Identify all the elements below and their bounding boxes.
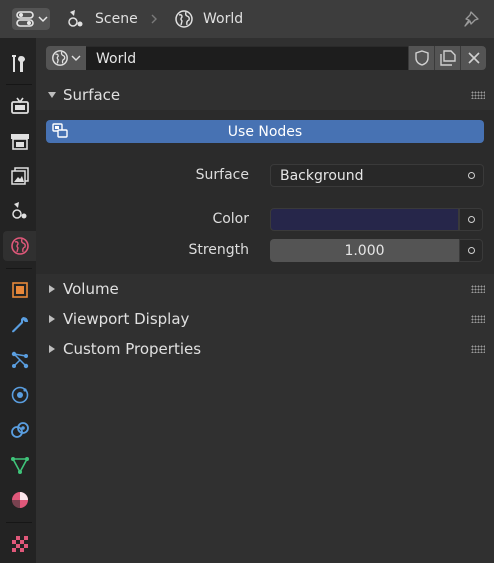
render-icon: [10, 97, 29, 114]
drag-handle-icon[interactable]: [471, 91, 485, 99]
tab-view-layer[interactable]: [3, 161, 36, 191]
tool-icon: [11, 55, 25, 72]
material-icon: [11, 492, 28, 508]
physics-icon: [11, 386, 28, 404]
texture-icon: [11, 536, 28, 552]
viewport-display-panel-header[interactable]: Viewport Display: [36, 305, 494, 333]
particles-icon: [11, 351, 28, 369]
scene-icon: [68, 10, 83, 27]
tab-divider: [6, 522, 32, 523]
mesh-data-icon: [10, 457, 29, 474]
tab-output[interactable]: [3, 126, 36, 156]
surface-shader-value: Background: [280, 167, 364, 184]
tab-mesh-data[interactable]: [3, 450, 36, 480]
world-datablock-selector: World: [46, 46, 486, 70]
surface-shader-field[interactable]: Background: [270, 164, 484, 187]
world-name-field[interactable]: World: [86, 46, 408, 70]
drag-handle-icon[interactable]: [471, 345, 485, 353]
use-nodes-button[interactable]: Use Nodes: [46, 120, 484, 143]
tab-material[interactable]: [3, 485, 36, 515]
editor-type-button[interactable]: [12, 8, 50, 30]
tab-tool[interactable]: [3, 49, 36, 79]
breadcrumb-world-label: World: [203, 11, 244, 27]
tab-render[interactable]: [3, 91, 36, 121]
tab-physics[interactable]: [3, 380, 36, 410]
constraints-icon: [10, 422, 29, 438]
breadcrumb-scene-label: Scene: [95, 11, 138, 27]
tab-world[interactable]: [3, 231, 36, 261]
duplicate-icon: [439, 50, 456, 66]
color-swatch[interactable]: [270, 208, 459, 231]
socket-icon: [467, 216, 475, 223]
drag-handle-icon[interactable]: [471, 315, 485, 323]
strength-field[interactable]: 1.000: [270, 239, 459, 262]
tab-particles[interactable]: [3, 345, 36, 375]
volume-panel-title: Volume: [63, 280, 119, 298]
world-icon: [175, 10, 193, 28]
breadcrumb-world[interactable]: World: [174, 8, 243, 30]
duplicate-button[interactable]: [434, 46, 460, 70]
strength-label: Strength: [188, 242, 249, 258]
properties-header: Scene World: [0, 0, 494, 38]
tab-texture[interactable]: [3, 529, 36, 559]
chevron-down-icon: [38, 16, 48, 23]
socket-icon: [468, 172, 475, 179]
color-socket-button[interactable]: [459, 208, 483, 231]
world-icon: [52, 50, 68, 66]
tab-scene[interactable]: [3, 196, 36, 226]
custom-properties-panel-title: Custom Properties: [63, 340, 202, 358]
tab-constraints[interactable]: [3, 415, 36, 445]
world-icon: [10, 237, 29, 255]
node-tree-icon: [52, 123, 68, 138]
surface-panel-title: Surface: [63, 86, 121, 104]
color-label: Color: [212, 211, 249, 227]
browse-world-button[interactable]: [46, 46, 86, 70]
properties-main: World Surface Use Nodes Surface Backgrou…: [36, 38, 494, 563]
object-icon: [11, 282, 28, 298]
surface-panel-header[interactable]: Surface: [36, 81, 494, 109]
triangle-right-icon: [49, 285, 55, 293]
tab-divider: [6, 268, 32, 269]
surface-panel-body: Use Nodes Surface Background Color Stren…: [36, 110, 494, 274]
tab-object[interactable]: [3, 275, 36, 305]
surface-label: Surface: [195, 167, 249, 183]
drag-handle-icon[interactable]: [471, 285, 485, 293]
scene-icon: [11, 202, 26, 219]
view-layer-icon: [10, 167, 29, 185]
tab-modifiers[interactable]: [3, 310, 36, 340]
tab-divider: [6, 84, 32, 85]
unlink-button[interactable]: [460, 46, 486, 70]
properties-editor-icon: [16, 11, 34, 27]
viewport-display-panel-title: Viewport Display: [63, 310, 190, 328]
triangle-right-icon: [49, 315, 55, 323]
pin-icon[interactable]: [462, 10, 480, 28]
fake-user-button[interactable]: [408, 46, 434, 70]
chevron-down-icon: [71, 55, 81, 61]
close-icon: [467, 52, 480, 64]
triangle-down-icon: [48, 92, 56, 98]
strength-socket-button[interactable]: [459, 239, 483, 262]
strength-value: 1.000: [344, 242, 385, 259]
breadcrumb-scene[interactable]: Scene: [66, 8, 138, 30]
socket-icon: [467, 247, 475, 254]
chevron-right-icon: [151, 14, 157, 24]
use-nodes-label: Use Nodes: [227, 123, 303, 140]
shield-icon: [414, 50, 429, 66]
wrench-icon: [11, 317, 28, 333]
custom-properties-panel-header[interactable]: Custom Properties: [36, 335, 494, 363]
properties-tab-bar: [0, 38, 36, 563]
triangle-right-icon: [49, 345, 55, 353]
volume-panel-header[interactable]: Volume: [36, 275, 494, 303]
output-icon: [10, 134, 29, 150]
